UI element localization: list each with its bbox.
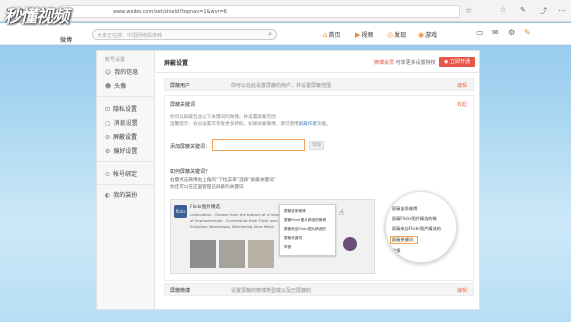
example-text: Lubrication - Grease from the bottom of …: [190, 212, 283, 217]
user-icon: ☺: [105, 69, 112, 76]
block-users-section: 屏蔽用户 你可以在此设置屏蔽的用户，并设置屏蔽范围 编辑: [164, 78, 474, 91]
sidebar-item-avatar[interactable]: ☻ 头像: [105, 81, 126, 90]
menu-item: 举报: [284, 245, 292, 249]
sidebar-header: 帐号设置: [105, 57, 126, 63]
section-desc: 你可以在此设置屏蔽的用户，并设置屏蔽范围: [231, 83, 332, 89]
collapse-link[interactable]: 收起: [457, 101, 467, 108]
settings-panel: 帐号设置 ☺ 我的信息 ☻ 头像 ⊡ 隐私设置 ▢ 消息设置 ⊘ 屏蔽设置 ⚙ 偏好设置 ⊙…: [96, 50, 480, 310]
section-title: 屏蔽用户: [170, 83, 191, 89]
card-title: 屏蔽关键词: [170, 102, 196, 108]
section-title: 屏蔽微博: [170, 288, 191, 294]
card-desc: 你可以屏蔽包含以下关键词的微博，并设置屏蔽范围: [170, 115, 276, 120]
menu-icon[interactable]: ⋯: [558, 6, 566, 15]
block-icon: ⊘: [105, 134, 111, 141]
compose-icon[interactable]: ✎: [524, 28, 531, 37]
sidebar-item-privacy[interactable]: ⊡ 隐私设置: [105, 104, 137, 113]
example-screenshot: flickr Flickr图片精选 Lubrication - Grease f…: [170, 199, 375, 274]
watermark-logo: 秒懂视频: [4, 7, 69, 27]
menu-item: 屏蔽Flickr图片精选的微博: [284, 218, 326, 222]
zoom-callout: 屏蔽该条微博 屏蔽Flickr图片精选的微 屏蔽来自Flickr图片精选的 屏蔽…: [385, 191, 457, 263]
zoom-menu-item-highlighted: 屏蔽关键词: [392, 237, 413, 242]
search-input[interactable]: 大家正在搜：中国网络联排韩 ⌕: [92, 29, 277, 40]
menu-item: 屏蔽关键词: [284, 236, 302, 240]
nav-video[interactable]: ▶视频: [355, 30, 373, 39]
video-icon: ▶: [355, 31, 361, 39]
nav-game[interactable]: ◉游戏: [418, 30, 437, 39]
zoom-menu-item: 屏蔽该条微博: [392, 206, 418, 211]
how-to-desc: 右键点击微博右上角的“下拉菜单”选择“屏蔽关键词”: [170, 178, 276, 183]
lock-icon: ⊡: [105, 106, 111, 113]
discover-icon: ◎: [387, 31, 394, 39]
menu-item: 屏蔽该条微博: [284, 209, 306, 213]
link-icon: ⊙: [105, 171, 111, 178]
sidebar-item-info[interactable]: ☺ 我的信息: [105, 67, 138, 76]
search-icon[interactable]: ⌕: [268, 30, 272, 39]
sidebar-item-skin[interactable]: ◐ 我的装扮: [105, 190, 137, 199]
example-dropdown-menu: 屏蔽该条微博 屏蔽Flickr图片精选的微博 屏蔽来自Flickr图片精选的 屏…: [279, 204, 336, 256]
content-header: 屏蔽设置 微博会员 可享更多设置特权 ◉ 立即开通: [156, 51, 480, 73]
keyword-label: 添加屏蔽关键词：: [170, 144, 211, 150]
example-image: [248, 240, 274, 268]
message-icon: ▢: [105, 120, 111, 127]
weibo-logo-text: 微博: [60, 37, 73, 44]
face-icon: ☻: [105, 83, 112, 90]
zoom-menu-item: 屏蔽Flickr图片精选的微: [392, 216, 437, 221]
block-keywords-card: 屏蔽关键词 收起 你可以屏蔽包含以下关键词的微博，并设置屏蔽范围 温馨提示：会员…: [164, 95, 474, 281]
sidebar-item-block[interactable]: ⊘ 屏蔽设置: [105, 132, 137, 141]
gear-icon: ⚙: [105, 148, 111, 155]
section-desc: 设置屏蔽的微博类型或以及已屏蔽的: [231, 288, 312, 294]
flickr-avatar: flickr: [174, 205, 187, 218]
sidebar-item-binding[interactable]: ⊙ 帐号绑定: [105, 169, 137, 178]
share-icon[interactable]: ⤴: [540, 6, 547, 16]
how-to-title: 如何屏蔽关键词？: [170, 169, 211, 175]
how-to-desc-2: 你还可以在这里管理已屏蔽的关键词: [170, 185, 244, 190]
browser-toolbar: ← → ↻ ⌂ www.weibo.com/set/shield?topnav=…: [0, 0, 571, 22]
address-bar[interactable]: www.weibo.com/set/shield?topnav=1&wvr=6: [60, 5, 460, 18]
sidebar-item-preferences[interactable]: ⚙ 偏好设置: [105, 146, 137, 155]
sidebar: 帐号设置 ☺ 我的信息 ☻ 头像 ⊡ 隐私设置 ▢ 消息设置 ⊘ 屏蔽设置 ⚙ 偏好设置 ⊙…: [97, 51, 155, 309]
favorites-icon[interactable]: ✎: [520, 6, 526, 14]
weibo-header: [0, 23, 571, 45]
card-tip: 温馨提示：会员设置可享受更多特权，如果屏蔽微博，请可使用屏蔽作者功能。: [170, 122, 331, 127]
keyword-input[interactable]: [212, 139, 305, 151]
settings-icon[interactable]: ⚙: [508, 28, 515, 37]
nav-discover[interactable]: ◎发现: [387, 30, 406, 39]
block-comments-section: 屏蔽微博 设置屏蔽的微博类型或以及已屏蔽的 编辑: [164, 283, 474, 296]
game-icon: ◉: [418, 31, 425, 39]
url-text: www.weibo.com/set/shield?topnav=1&wvr=6: [113, 9, 227, 15]
message-icon[interactable]: ✉: [492, 28, 499, 37]
block-author-link[interactable]: 屏蔽作者: [299, 122, 317, 127]
example-avatar: [343, 237, 357, 251]
example-text: Evolution Workshops, Wandering View Mesh: [190, 224, 274, 229]
sidebar-item-messages[interactable]: ▢ 消息设置: [105, 118, 138, 127]
divider: [97, 161, 155, 162]
edit-link[interactable]: 编辑: [457, 287, 467, 294]
example-image: [219, 240, 245, 268]
menu-item: 屏蔽来自Flickr图片精选的: [284, 227, 326, 231]
zoom-menu-item: 屏蔽来自Flickr图片精选的: [392, 226, 441, 231]
page-title: 屏蔽设置: [164, 60, 189, 67]
divider: [97, 184, 155, 185]
divider: [97, 96, 155, 97]
add-keyword-button[interactable]: 添加: [309, 141, 324, 150]
open-vip-button[interactable]: ◉ 立即开通: [439, 57, 475, 67]
star-icon[interactable]: ☆: [465, 6, 472, 15]
skin-icon: ◐: [105, 192, 111, 199]
cursor-icon: ☝: [339, 208, 344, 217]
edit-link[interactable]: 编辑: [457, 82, 467, 89]
search-placeholder: 大家正在搜：中国网络联排韩: [97, 33, 163, 39]
bookmark-icon[interactable]: ☆: [500, 6, 506, 14]
nav-home[interactable]: ⌂首页: [323, 30, 340, 39]
vip-note: 微博会员 可享更多设置特权: [374, 60, 436, 66]
user-menu-icon[interactable]: ▭: [476, 28, 484, 37]
main-content: 屏蔽设置 微博会员 可享更多设置特权 ◉ 立即开通 屏蔽用户 你可以在此设置屏蔽…: [156, 51, 480, 309]
example-image: [190, 240, 216, 268]
home-icon: ⌂: [323, 31, 328, 39]
zoom-menu-item: 举报: [392, 248, 401, 253]
example-author: Flickr图片精选: [190, 205, 221, 210]
